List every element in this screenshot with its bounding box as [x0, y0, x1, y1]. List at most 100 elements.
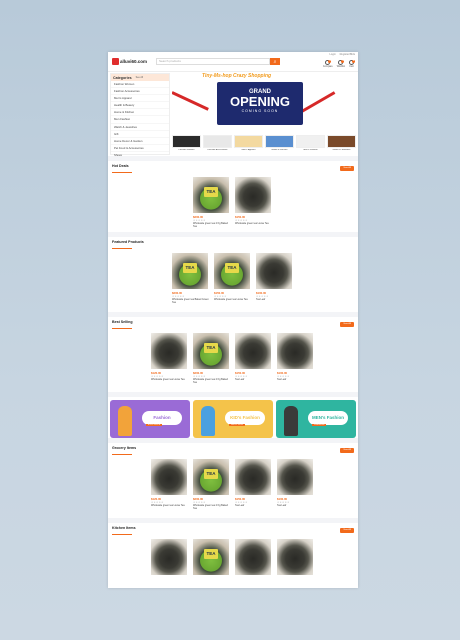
- main-banner[interactable]: Tiny-Ms-hop Crazy Shopping GRAND OPENING…: [172, 73, 356, 133]
- header: alluvi60.com Search products ⌕ Login Reg…: [108, 52, 358, 72]
- promo-banner[interactable]: MEN's Fashion PREMIUM: [276, 400, 356, 438]
- search-input[interactable]: Search products: [156, 58, 270, 65]
- title-underline: [112, 172, 132, 173]
- product-name[interactable]: Wholesale green tea Baked Green Tea: [172, 298, 210, 304]
- tea-label: TEA: [204, 187, 218, 197]
- compare-button[interactable]: 0 Compare: [323, 60, 333, 68]
- view-all-button[interactable]: View All: [340, 322, 354, 327]
- tea-label: TEA: [225, 263, 239, 273]
- register-link[interactable]: Register/Bids: [340, 53, 355, 56]
- view-all-button[interactable]: View All: [340, 448, 354, 453]
- product-image[interactable]: TEA: [193, 459, 229, 495]
- icon-label: Cart: [349, 65, 354, 68]
- product-name[interactable]: Wholesale green tea Loose Tea: [151, 378, 189, 381]
- category-item[interactable]: Men Fashion: [111, 116, 169, 124]
- category-thumb[interactable]: Fashion Women: [172, 135, 201, 151]
- product-card[interactable]: $100.00 ★★★★★ Tea Leaf: [277, 333, 315, 384]
- product-image[interactable]: [277, 539, 313, 575]
- product-image[interactable]: TEA: [193, 333, 229, 369]
- product-card[interactable]: $120.00 ★★★★★ Wholesale green tea Loose Te…: [151, 459, 189, 510]
- logo[interactable]: alluvi60.com: [112, 58, 150, 65]
- product-card[interactable]: [235, 539, 273, 575]
- product-name[interactable]: Tea Leaf: [277, 504, 315, 507]
- product-image[interactable]: [235, 177, 271, 213]
- product-card[interactable]: $150.00 ★★★★★ Tea Leaf: [235, 333, 273, 384]
- search-icon: ⌕: [273, 58, 277, 65]
- banner-line3: COMING SOON: [241, 109, 279, 113]
- product-card[interactable]: TEA $200.00 ★★★★★ Wholesale green tea 2 Kg …: [193, 459, 231, 510]
- category-item[interactable]: Pet Food & Accessories: [111, 145, 169, 152]
- product-card[interactable]: $100.00 ★★★★★ Tea Leaf: [256, 253, 294, 304]
- category-thumb[interactable]: Home & Kitchen: [265, 135, 294, 151]
- category-thumb[interactable]: Men's Fashion: [296, 135, 325, 151]
- product-card[interactable]: [151, 539, 189, 575]
- category-item[interactable]: Fashion Accessories: [111, 88, 169, 96]
- promo-subtitle: PREMIUM: [312, 423, 327, 426]
- thumb-caption: Home & Kitchen: [271, 149, 288, 151]
- view-all-button[interactable]: View All: [340, 528, 354, 533]
- category-title: Categories: [113, 75, 132, 80]
- login-link[interactable]: Login: [329, 53, 335, 56]
- product-image[interactable]: TEA: [193, 177, 229, 213]
- product-name[interactable]: Wholesale green tea 2 Kg Baked Tea: [193, 222, 231, 228]
- product-name[interactable]: Wholesale green tea Loose Tea: [151, 504, 189, 507]
- product-name[interactable]: Wholesale green tea 2 Kg Baked Tea: [193, 378, 231, 384]
- product-image[interactable]: [235, 459, 271, 495]
- promo-banner[interactable]: KID's Fashion SHOP NOW: [193, 400, 273, 438]
- product-name[interactable]: Tea Leaf: [235, 378, 273, 381]
- product-image[interactable]: TEA: [214, 253, 250, 289]
- category-item[interactable]: Watch & Jewelries: [111, 124, 169, 131]
- category-thumb[interactable]: Watch & Jewelries: [327, 135, 356, 151]
- cart-button[interactable]: 0 Cart: [349, 60, 355, 68]
- promo-banner[interactable]: Fashion EXCLUSIVE: [110, 400, 190, 438]
- product-image[interactable]: [235, 333, 271, 369]
- view-all-button[interactable]: View All: [340, 166, 354, 171]
- logo-text: alluvi60.com: [120, 59, 148, 64]
- product-name[interactable]: Wholesale green tea 2 Kg Baked Tea: [193, 504, 231, 510]
- product-card[interactable]: TEA $200.00 ★★★★★ Wholesale green tea 2 Kg …: [193, 333, 231, 384]
- category-item[interactable]: Home Decor & Garden: [111, 138, 169, 145]
- carousel-dots[interactable]: [250, 128, 264, 130]
- product-card[interactable]: TEA $200.00 ★★★★★ Wholesale green tea 2 Kg …: [193, 177, 231, 228]
- product-card[interactable]: TEA $200.00 ★★★★★ Wholesale green tea Baked…: [172, 253, 210, 304]
- product-card[interactable]: $120.00 ★★★★★ Wholesale green tea Loose Te…: [151, 333, 189, 384]
- product-card[interactable]: $150.00 ★★★★★ Wholesale green tea Loose Te…: [235, 177, 273, 228]
- search-button[interactable]: ⌕: [270, 58, 280, 65]
- badge-count: 0: [341, 60, 345, 63]
- product-image[interactable]: TEA: [193, 539, 229, 575]
- product-name[interactable]: Tea Leaf: [235, 504, 273, 507]
- ribbon: [299, 91, 336, 114]
- product-name[interactable]: Wholesale green tea Loose Tea: [235, 222, 273, 225]
- thumb-caption: Men's Apparel: [241, 149, 256, 151]
- product-image[interactable]: [277, 333, 313, 369]
- product-image[interactable]: [151, 459, 187, 495]
- product-name[interactable]: Tea Leaf: [256, 298, 294, 301]
- product-card[interactable]: [277, 539, 315, 575]
- category-thumb[interactable]: Men's Apparel: [234, 135, 263, 151]
- category-thumb[interactable]: Fashion Accessories: [203, 135, 232, 151]
- see-all-link[interactable]: See All: [136, 76, 143, 79]
- product-image[interactable]: [151, 333, 187, 369]
- product-list: TEA $200.00 ★★★★★ Wholesale green tea 2 Kg …: [112, 177, 354, 228]
- product-card[interactable]: TEA: [193, 539, 231, 575]
- promo-subtitle: SHOP NOW: [229, 423, 246, 426]
- product-image[interactable]: [235, 539, 271, 575]
- product-image[interactable]: [277, 459, 313, 495]
- product-image[interactable]: [151, 539, 187, 575]
- promo-figure: [284, 406, 298, 436]
- product-card[interactable]: $150.00 ★★★★★ Tea Leaf: [235, 459, 273, 510]
- wishlist-button[interactable]: 0 Wishlist: [337, 60, 345, 68]
- category-item[interactable]: Gift: [111, 131, 169, 138]
- thumb-caption: Watch & Jewelries: [332, 149, 351, 151]
- category-item[interactable]: Health & Beauty: [111, 102, 169, 110]
- product-name[interactable]: Wholesale green tea Loose Tea: [214, 298, 252, 301]
- product-card[interactable]: TEA $150.00 ★★★★★ Wholesale green tea Loose…: [214, 253, 252, 304]
- category-item[interactable]: Men's Apparel: [111, 95, 169, 103]
- product-card[interactable]: $100.00 ★★★★★ Tea Leaf: [277, 459, 315, 510]
- product-image[interactable]: [256, 253, 292, 289]
- product-image[interactable]: TEA: [172, 253, 208, 289]
- icon-label: Compare: [322, 65, 333, 68]
- product-name[interactable]: Tea Leaf: [277, 378, 315, 381]
- category-item[interactable]: Fashion Women: [111, 81, 169, 89]
- category-item[interactable]: Home & Kitchen: [111, 109, 169, 117]
